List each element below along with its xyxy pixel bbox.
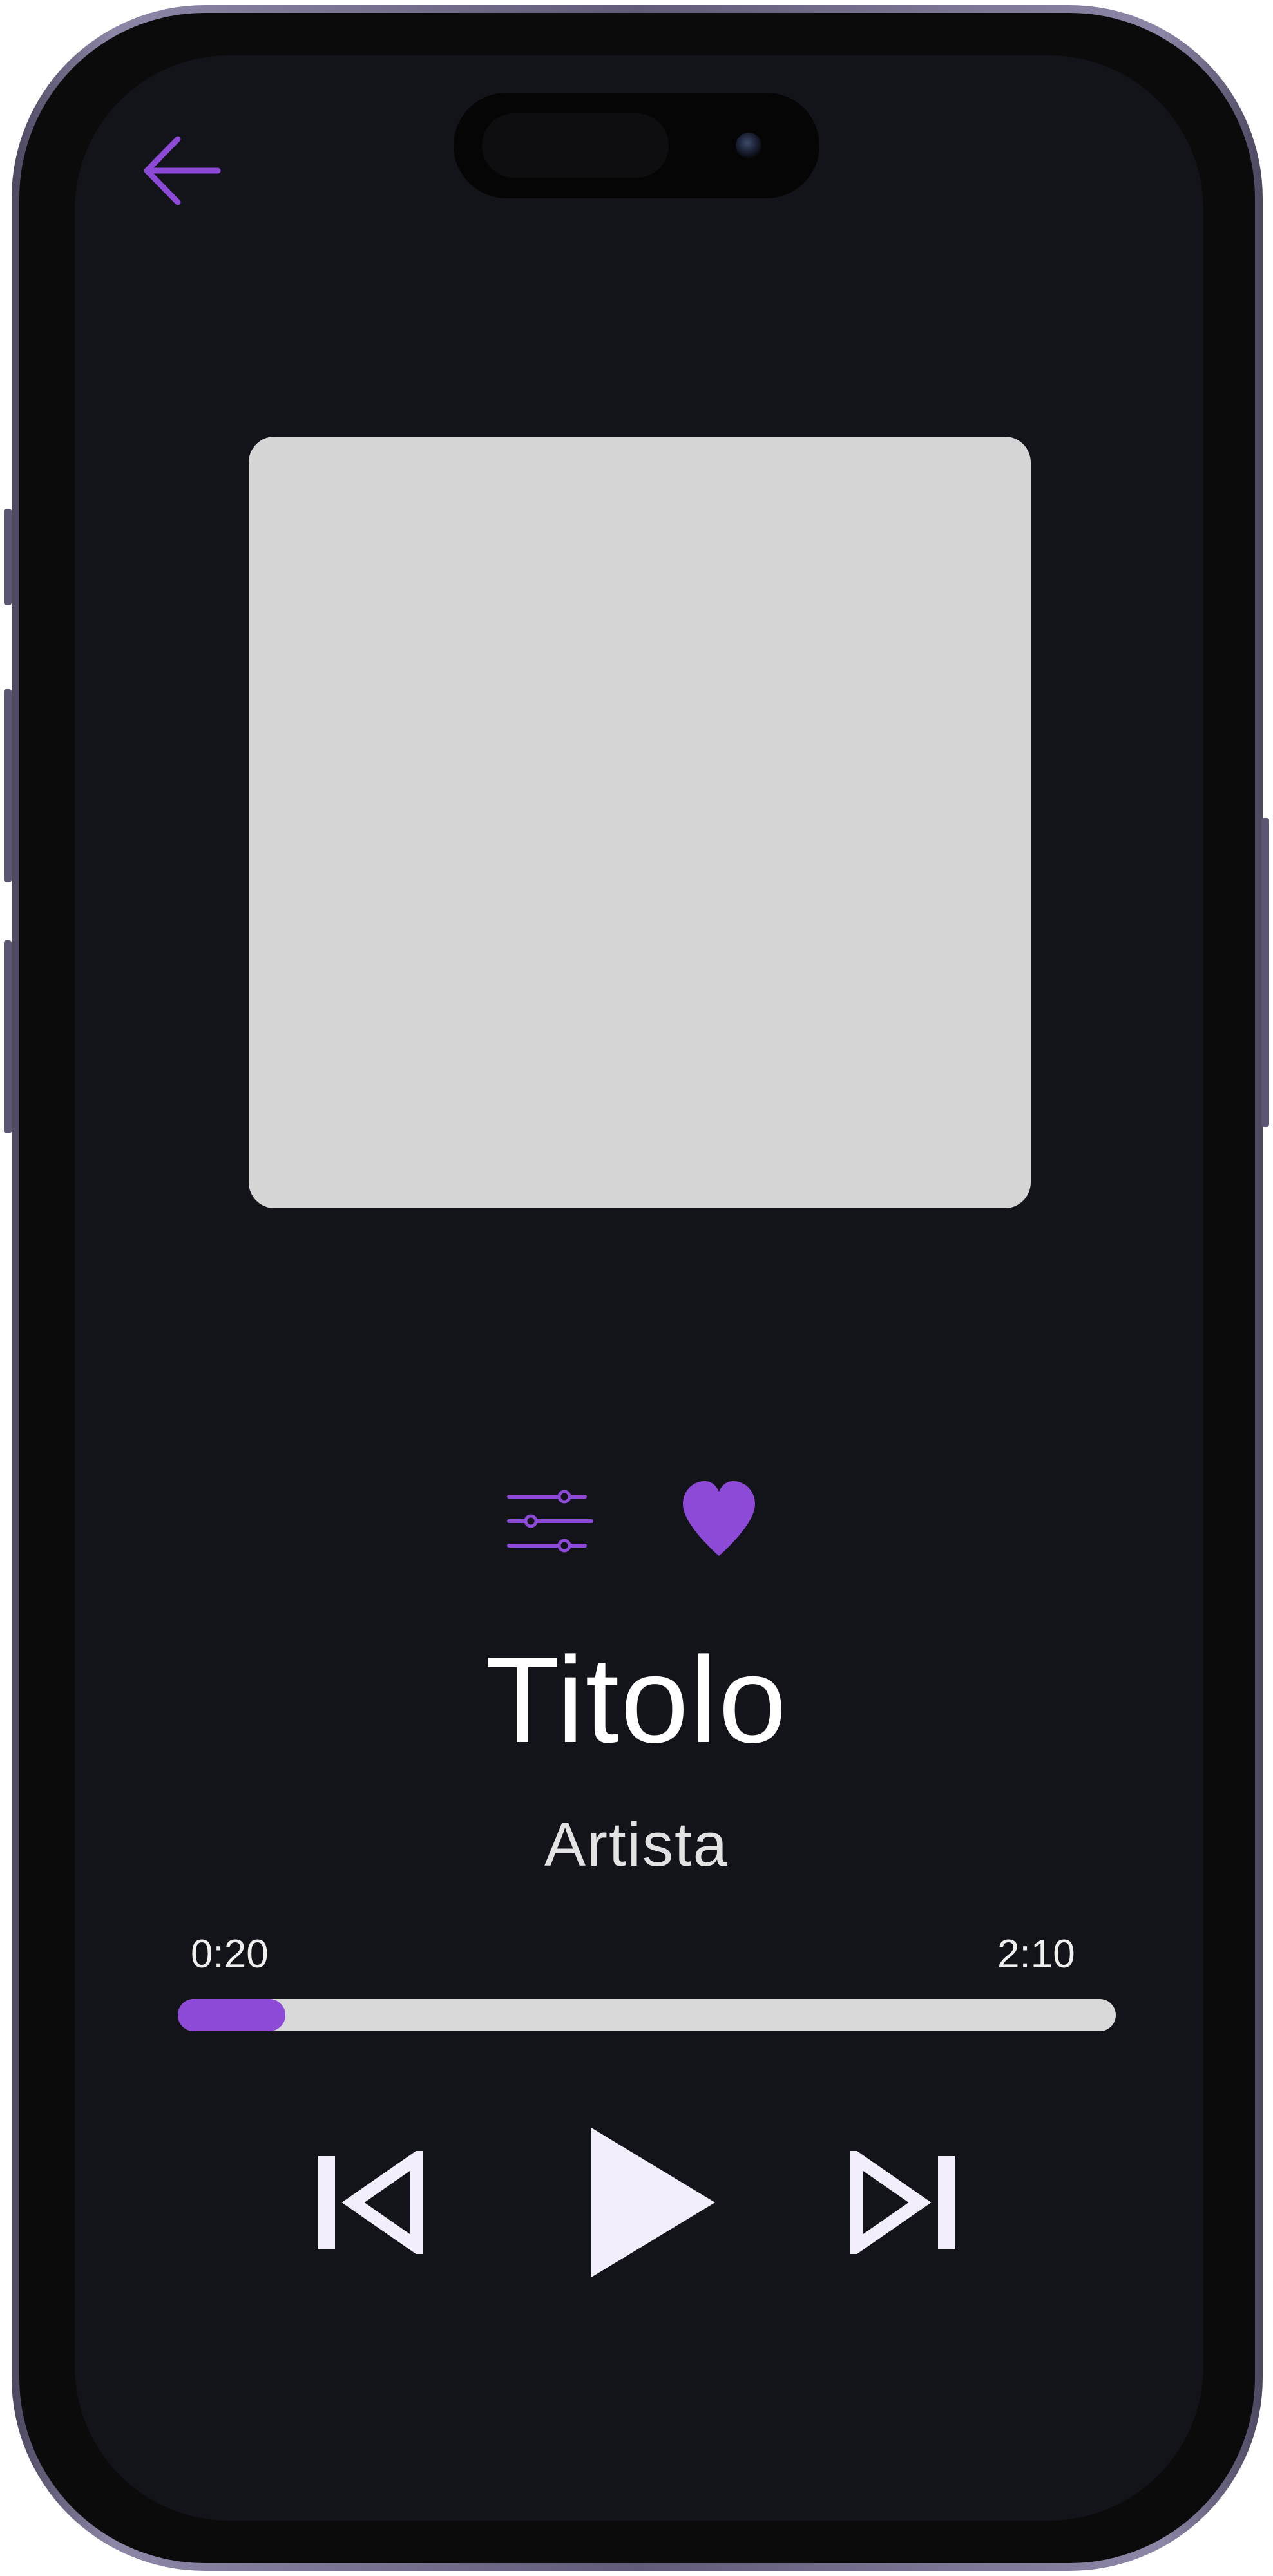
album-artwork xyxy=(249,437,1031,1208)
skip-previous-icon xyxy=(318,2151,423,2254)
power-button xyxy=(1261,818,1269,1127)
dynamic-island xyxy=(454,93,819,198)
back-button[interactable] xyxy=(142,135,222,206)
play-button[interactable] xyxy=(589,2125,718,2280)
heart-icon xyxy=(683,1481,755,1556)
skip-next-icon xyxy=(850,2151,955,2254)
volume-up-button xyxy=(4,689,12,882)
next-button[interactable] xyxy=(848,2151,957,2254)
progress-fill xyxy=(178,1999,286,2031)
volume-down-button xyxy=(4,940,12,1133)
favorite-button[interactable] xyxy=(680,1481,758,1558)
track-artist: Artista xyxy=(544,1810,729,1879)
previous-button[interactable] xyxy=(316,2151,425,2254)
island-sensor xyxy=(482,113,669,178)
progress-bar[interactable] xyxy=(178,1999,1116,2031)
elapsed-time: 0:20 xyxy=(191,1932,269,1976)
arrow-left-icon xyxy=(144,136,221,205)
action-button xyxy=(4,509,12,605)
play-icon xyxy=(591,2128,715,2277)
track-title: Titolo xyxy=(485,1632,788,1768)
total-time: 2:10 xyxy=(997,1932,1075,1976)
equalizer-button[interactable] xyxy=(505,1481,595,1558)
sliders-icon xyxy=(507,1490,593,1553)
front-camera xyxy=(736,133,761,158)
